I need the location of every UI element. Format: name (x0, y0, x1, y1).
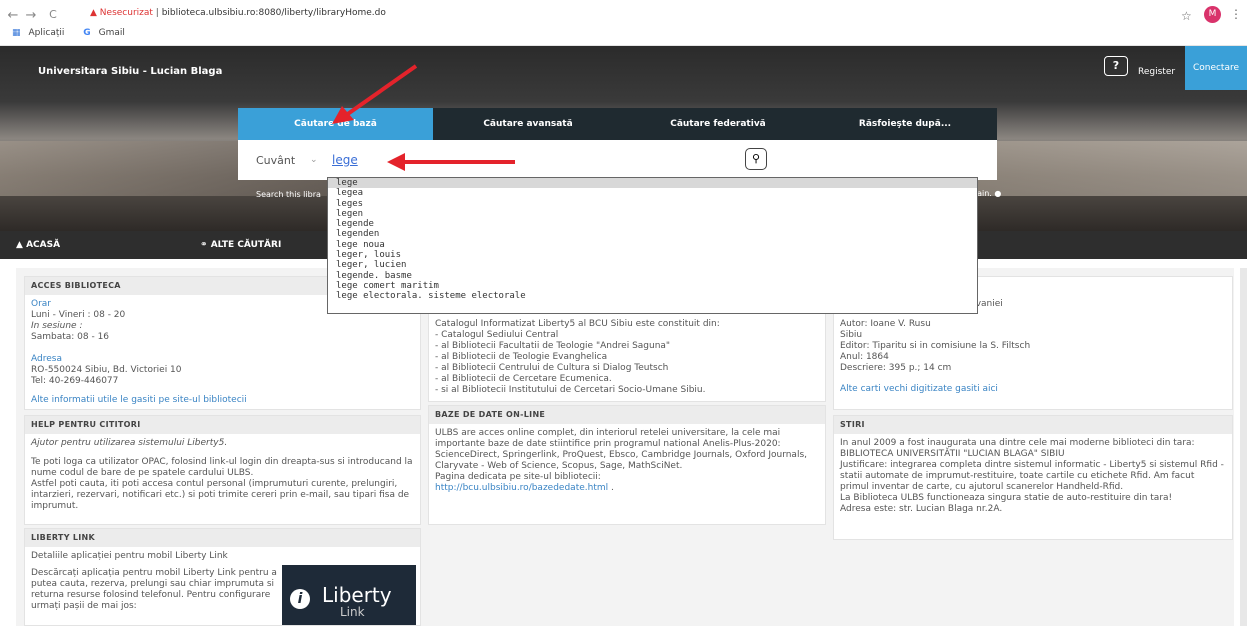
news-panel: STIRI In anul 2009 a fost inaugurata una… (833, 415, 1233, 540)
site-brand[interactable]: Universitara Sibiu - Lucian Blaga (38, 66, 222, 77)
adresa-link[interactable]: Adresa (31, 354, 414, 365)
autocomplete-item[interactable]: lege comert maritim (328, 281, 977, 291)
liberty-logo-text: Liberty (322, 583, 392, 607)
address-bar[interactable]: ▲ Nesecurizat | biblioteca.ulbsibiu.ro:8… (90, 8, 386, 18)
help-login-text: Te poti loga ca utilizator OPAC, folosin… (31, 457, 413, 478)
help-intro: Ajutor pentru utilizarea sistemului Libe… (31, 438, 228, 448)
book-title-fragment: silvaniei (966, 299, 1003, 309)
browser-menu-icon[interactable]: ⋮ (1230, 7, 1242, 21)
autocomplete-item[interactable]: legea (328, 188, 977, 198)
menu-home-label: ACASĂ (26, 240, 61, 250)
databases-page-text: Pagina dedicata pe site-ul bibliotecii: (435, 472, 601, 482)
catalog-item: - al Bibliotecii Centrului de Cultura si… (435, 363, 669, 373)
help-icon[interactable]: ? (1104, 56, 1128, 76)
page-scrollbar[interactable] (1240, 268, 1247, 626)
address-separator: | (155, 8, 159, 18)
tab-browse-by[interactable]: Răsfoieşte după... (813, 108, 997, 140)
book-year: Anul: 1864 (840, 352, 889, 362)
menu-home[interactable]: ▲ ACASĂ (16, 240, 60, 250)
menu-other-label: ALTE CĂUTĂRI (210, 240, 282, 250)
help-panel: HELP PENTRU CITITORI Ajutor pentru utili… (24, 415, 421, 525)
search-bar: Cuvânt ⌄ lege (238, 140, 997, 180)
bookmark-star-icon[interactable]: ☆ (1181, 9, 1192, 23)
liberty-title: LIBERTY LINK (25, 529, 420, 547)
annotation-arrow-tab (332, 64, 418, 124)
login-button[interactable]: Conectare (1185, 46, 1247, 90)
insecure-label: Nesecurizat (99, 8, 153, 18)
apps-grid-icon: ▦ (12, 28, 21, 38)
autocomplete-dropdown: lege legea leges legen legende legenden lege n… (327, 177, 978, 314)
tab-advanced-search[interactable]: Căutare avansată (433, 108, 623, 140)
news-justification: Justificare: integrarea completa dintre … (840, 460, 1224, 492)
liberty-link-logo[interactable]: i Liberty Link (282, 565, 416, 625)
autocomplete-item[interactable]: leges (328, 199, 977, 209)
news-intro: In anul 2009 a fost inaugurata una dintr… (840, 438, 1195, 448)
autocomplete-item[interactable]: legende. basme (328, 271, 977, 281)
help-title: HELP PENTRU CITITORI (25, 416, 420, 434)
orar-session: In sesiune : (31, 321, 83, 331)
reload-button[interactable]: C (46, 8, 60, 21)
link-logo-text: Link (340, 605, 365, 619)
menu-other-searches[interactable]: ⚭ ALTE CĂUTĂRI (200, 240, 281, 250)
autocomplete-item[interactable]: lege noua (328, 240, 977, 250)
catalog-item: - al Bibliotecii Facultatii de Teologie … (435, 341, 671, 351)
news-address: Adresa este: str. Lucian Blaga nr.2A. (840, 504, 1003, 514)
news-title: STIRI (834, 416, 1232, 434)
databases-link-dot: . (611, 483, 614, 493)
databases-panel: BAZE DE DATE ON-LINE ULBS are acces onli… (428, 405, 826, 525)
adresa-phone: Tel: 40-269-446077 (31, 376, 119, 386)
bookmark-gmail-label: Gmail (98, 28, 125, 38)
annotation-arrow-input (387, 153, 515, 171)
forward-button[interactable]: → (24, 8, 38, 23)
browser-toolbar: ← → C ▲ Nesecurizat | biblioteca.ulbsibi… (0, 0, 1247, 46)
databases-link[interactable]: http://bcu.ulbsibiu.ro/bazededate.html (435, 483, 608, 493)
book-description: Descriere: 395 p.; 14 cm (840, 363, 952, 373)
back-button[interactable]: ← (6, 8, 20, 23)
magnifier-icon: ⚲ (751, 152, 761, 165)
search-library-text: Search this libra (256, 190, 321, 199)
catalog-intro: Catalogul Informatizat Liberty5 al BCU S… (435, 319, 720, 329)
autocomplete-item[interactable]: lege electorala. sisteme electorale (328, 291, 977, 301)
url-text: biblioteca.ulbsibiu.ro:8080/liberty/libr… (161, 8, 386, 18)
bookmarks-bar: ▦ Aplicații G Gmail (12, 28, 141, 38)
search-button[interactable]: ⚲ (745, 148, 767, 170)
bookmark-gmail[interactable]: G Gmail (83, 28, 133, 38)
search-field-select[interactable]: Cuvânt (256, 154, 295, 167)
adresa-street: RO-550024 Sibiu, Bd. Victoriei 10 (31, 365, 182, 375)
liberty-description: Descărcați aplicația pentru mobil Libert… (31, 568, 277, 611)
autocomplete-item[interactable]: legende (328, 219, 977, 229)
databases-title: BAZE DE DATE ON-LINE (429, 406, 825, 424)
chevron-down-icon[interactable]: ⌄ (310, 155, 318, 165)
bookmark-apps[interactable]: ▦ Aplicații (12, 28, 72, 38)
help-account-text: Astfel poti cauta, iti poti accesa contu… (31, 479, 410, 511)
autocomplete-item[interactable]: lege (328, 178, 977, 189)
old-books-link[interactable]: Alte carti vechi digitizate gasiti aici (840, 384, 1226, 395)
autocomplete-item[interactable]: leger, lucien (328, 260, 977, 270)
register-link[interactable]: Register (1138, 67, 1175, 77)
book-editor: Editor: Tiparitu si in comisiune la S. F… (840, 341, 1031, 351)
bookmark-apps-label: Aplicații (28, 28, 65, 38)
autocomplete-item[interactable]: leger, louis (328, 250, 977, 260)
warning-icon: ▲ (90, 8, 97, 18)
book-place: Sibiu (840, 330, 863, 340)
news-auto-return: La Biblioteca ULBS functioneaza singura … (840, 493, 1173, 503)
google-icon: G (83, 28, 91, 38)
autocomplete-item[interactable]: legen (328, 209, 977, 219)
databases-text: ULBS are acces online complet, din inter… (435, 428, 808, 471)
book-author: Autor: Ioane V. Rusu (840, 319, 931, 329)
autocomplete-item[interactable]: legenden (328, 229, 977, 239)
tab-federated-search[interactable]: Căutare federativă (623, 108, 813, 140)
catalog-item: - si al Bibliotecii Institutului de Cerc… (435, 385, 706, 395)
orar-saturday: Sambata: 08 - 16 (31, 332, 110, 342)
info-link[interactable]: Alte informatii utile le gasiti pe site-… (31, 395, 414, 406)
profile-avatar[interactable]: M (1204, 6, 1221, 23)
liberty-details: Detaliile aplicației pentru mobil Libert… (31, 551, 228, 561)
news-library-name: BIBLIOTECA UNIVERSITĂTII "LUCIAN BLAGA" … (840, 449, 1065, 459)
catalog-item: - Catalogul Sediului Central (435, 330, 559, 340)
catalog-item: - al Bibliotecii de Cercetare Ecumenica. (435, 374, 612, 384)
catalog-item: - al Bibliotecii de Teologie Evanghelica (435, 352, 608, 362)
info-icon: i (290, 589, 310, 609)
